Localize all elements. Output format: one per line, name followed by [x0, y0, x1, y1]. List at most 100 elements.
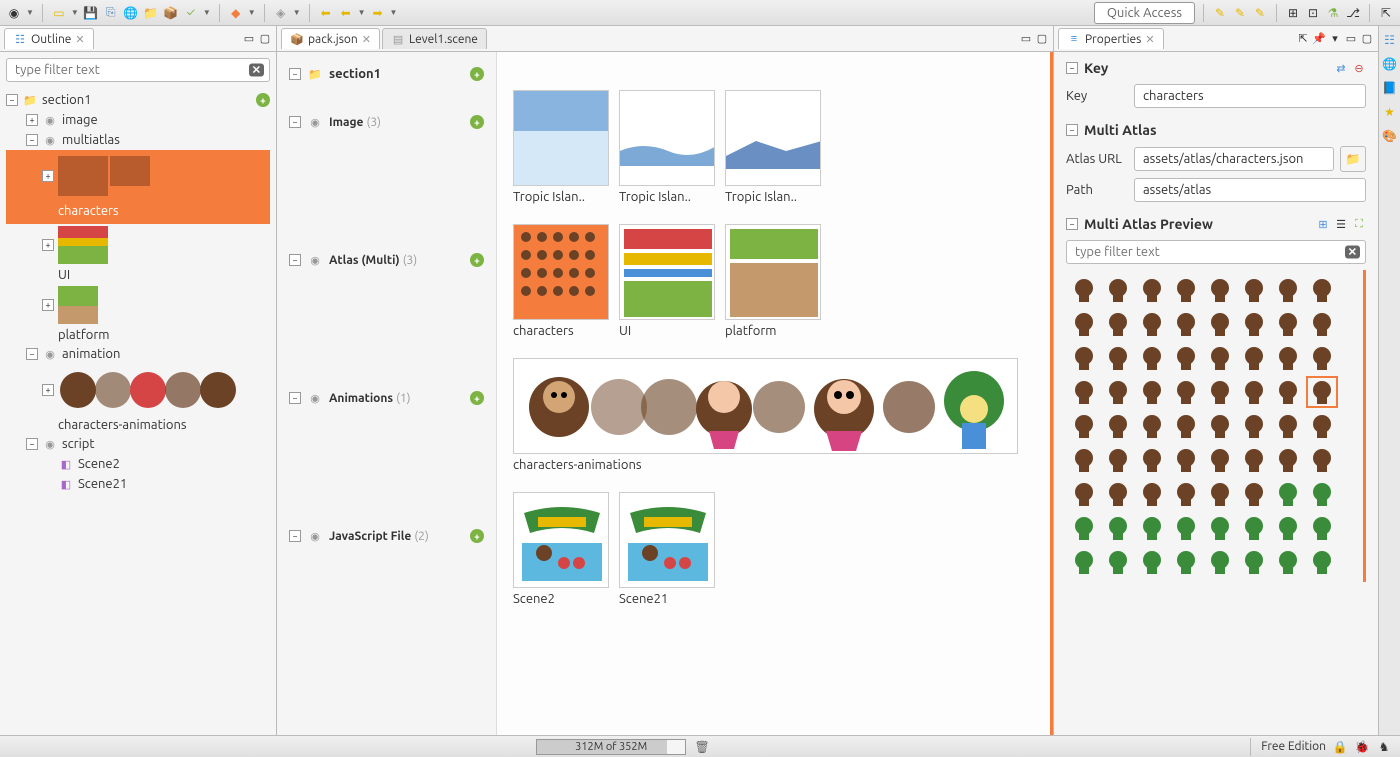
collapse-icon[interactable]: − — [1066, 62, 1078, 74]
close-icon[interactable]: ✕ — [362, 33, 371, 46]
sprite-frame[interactable] — [1102, 478, 1134, 510]
forward-icon[interactable]: ➡ — [370, 5, 386, 21]
palette-icon[interactable]: 🎨 — [1382, 128, 1398, 144]
lock-icon[interactable]: 🔒 — [1332, 739, 1348, 755]
sprite-frame[interactable] — [1238, 444, 1270, 476]
sprite-frame[interactable] — [1238, 376, 1270, 408]
grid-icon[interactable]: ⊞ — [1316, 217, 1330, 231]
outline-tab[interactable]: ☷ Outline ✕ — [4, 28, 94, 49]
sprite-frame[interactable] — [1136, 342, 1168, 374]
minimize-icon[interactable]: ▭ — [242, 32, 256, 46]
asset-ui[interactable]: UI — [619, 224, 715, 338]
collapse-icon[interactable]: − — [289, 68, 301, 80]
asset-scene21[interactable]: Scene21 — [619, 492, 715, 606]
key-input[interactable] — [1134, 84, 1366, 108]
outline-filter-input[interactable] — [6, 58, 270, 82]
tab-pack-json[interactable]: 📦 pack.json ✕ — [281, 28, 380, 49]
sprite-frame[interactable] — [1204, 478, 1236, 510]
sprite-frame[interactable] — [1306, 410, 1338, 442]
perspective-icon[interactable]: ⊞ — [1285, 5, 1301, 21]
sprite-frame[interactable] — [1238, 342, 1270, 374]
sprite-frame[interactable] — [1068, 376, 1100, 408]
clear-icon[interactable]: ✕ — [1345, 246, 1360, 259]
sprite-frame[interactable] — [1272, 512, 1304, 544]
tree-platform-label[interactable]: platform — [6, 326, 270, 344]
maximize-icon[interactable]: ▢ — [1035, 32, 1049, 46]
add-icon[interactable]: + — [470, 67, 484, 81]
sprite-frame[interactable] — [1306, 376, 1338, 408]
star-icon[interactable]: ★ — [1382, 104, 1398, 120]
add-icon[interactable]: + — [470, 391, 484, 405]
pencil-icon[interactable]: ✎ — [1212, 5, 1228, 21]
tree-ui[interactable]: + — [6, 224, 270, 266]
collapse-icon[interactable]: − — [26, 438, 38, 450]
close-icon[interactable]: ✕ — [1145, 33, 1154, 46]
sprite-frame[interactable] — [1068, 478, 1100, 510]
pin-icon[interactable]: 📌 — [1312, 32, 1326, 46]
asset-characters[interactable]: characters — [513, 224, 609, 338]
book-icon[interactable]: 📘 — [1382, 80, 1398, 96]
asset-tropic2[interactable]: Tropic Islan.. — [619, 90, 715, 204]
sprite-frame[interactable] — [1068, 444, 1100, 476]
sprite-frame[interactable] — [1068, 342, 1100, 374]
asset-tropic3[interactable]: Tropic Islan.. — [725, 90, 821, 204]
section-section1[interactable]: − 📁 section1 + — [285, 60, 488, 88]
maximize-icon[interactable]: ▢ — [258, 32, 272, 46]
tree-section1[interactable]: − 📁 section1 + — [6, 90, 270, 110]
list-icon[interactable]: ☰ — [1334, 217, 1348, 231]
sprite-frame[interactable] — [1136, 444, 1168, 476]
sprite-frame[interactable] — [1136, 512, 1168, 544]
sprite-frame[interactable] — [1136, 546, 1168, 578]
sprite-frame[interactable] — [1306, 342, 1338, 374]
menu-icon[interactable]: ▾ — [1328, 32, 1342, 46]
sprite-frame[interactable] — [1102, 512, 1134, 544]
globe-icon[interactable]: 🌐 — [1382, 56, 1398, 72]
stack-icon[interactable]: ☷ — [1382, 32, 1398, 48]
sprite-frame[interactable] — [1306, 444, 1338, 476]
tree-multiatlas[interactable]: − ◉ multiatlas — [6, 130, 270, 150]
sprite-frame[interactable] — [1204, 342, 1236, 374]
expand-icon[interactable]: ⛶ — [1352, 217, 1366, 231]
sprite-frame[interactable] — [1170, 512, 1202, 544]
sprite-frame[interactable] — [1272, 410, 1304, 442]
clear-icon[interactable]: ✕ — [249, 64, 264, 77]
sprite-frame[interactable] — [1204, 410, 1236, 442]
collapse-icon[interactable]: − — [289, 254, 301, 266]
tree-ui-label[interactable]: UI — [6, 266, 270, 284]
quick-access-button[interactable]: Quick Access — [1094, 2, 1195, 24]
sprite-frame[interactable] — [1068, 512, 1100, 544]
minimize-icon[interactable]: ▭ — [1344, 32, 1358, 46]
sprite-frame[interactable] — [1272, 546, 1304, 578]
collapse-icon[interactable]: − — [6, 94, 18, 106]
pencil-icon[interactable]: ✎ — [1252, 5, 1268, 21]
collapse-icon[interactable]: − — [1066, 218, 1078, 230]
nav-icon[interactable]: ◈ — [273, 5, 289, 21]
sprite-frame[interactable] — [1204, 274, 1236, 306]
pencil-icon[interactable]: ✎ — [1232, 5, 1248, 21]
sprite-frame[interactable] — [1068, 308, 1100, 340]
expand-icon[interactable]: + — [26, 114, 38, 126]
dropdown-icon[interactable]: ▼ — [203, 8, 211, 17]
tree-characters-label[interactable]: characters — [6, 202, 270, 224]
sprite-frame[interactable] — [1306, 546, 1338, 578]
close-icon[interactable]: ✕ — [75, 33, 84, 46]
memory-gauge[interactable]: 312M of 352M — [536, 739, 686, 755]
expand-icon[interactable]: + — [42, 239, 54, 251]
sprite-frame[interactable] — [1272, 342, 1304, 374]
collapse-icon[interactable]: − — [289, 116, 301, 128]
sprite-frame[interactable] — [1238, 512, 1270, 544]
sprite-frame[interactable] — [1136, 410, 1168, 442]
dropdown-icon[interactable]: ▼ — [26, 8, 34, 17]
tree-scene2[interactable]: ◧ Scene2 — [6, 454, 270, 474]
sprite-frame[interactable] — [1272, 308, 1304, 340]
sprite-frame[interactable] — [1102, 342, 1134, 374]
sprite-frame[interactable] — [1238, 308, 1270, 340]
collapse-icon[interactable]: − — [26, 134, 38, 146]
bug-icon[interactable]: 🐞 — [1354, 739, 1370, 755]
folder-icon[interactable]: 📁 — [143, 5, 159, 21]
sprite-frame[interactable] — [1170, 376, 1202, 408]
tree-characters[interactable]: + — [6, 150, 270, 202]
sprite-frame[interactable] — [1238, 274, 1270, 306]
sprite-frame[interactable] — [1170, 342, 1202, 374]
flask-icon[interactable]: ⚗ — [1325, 5, 1341, 21]
